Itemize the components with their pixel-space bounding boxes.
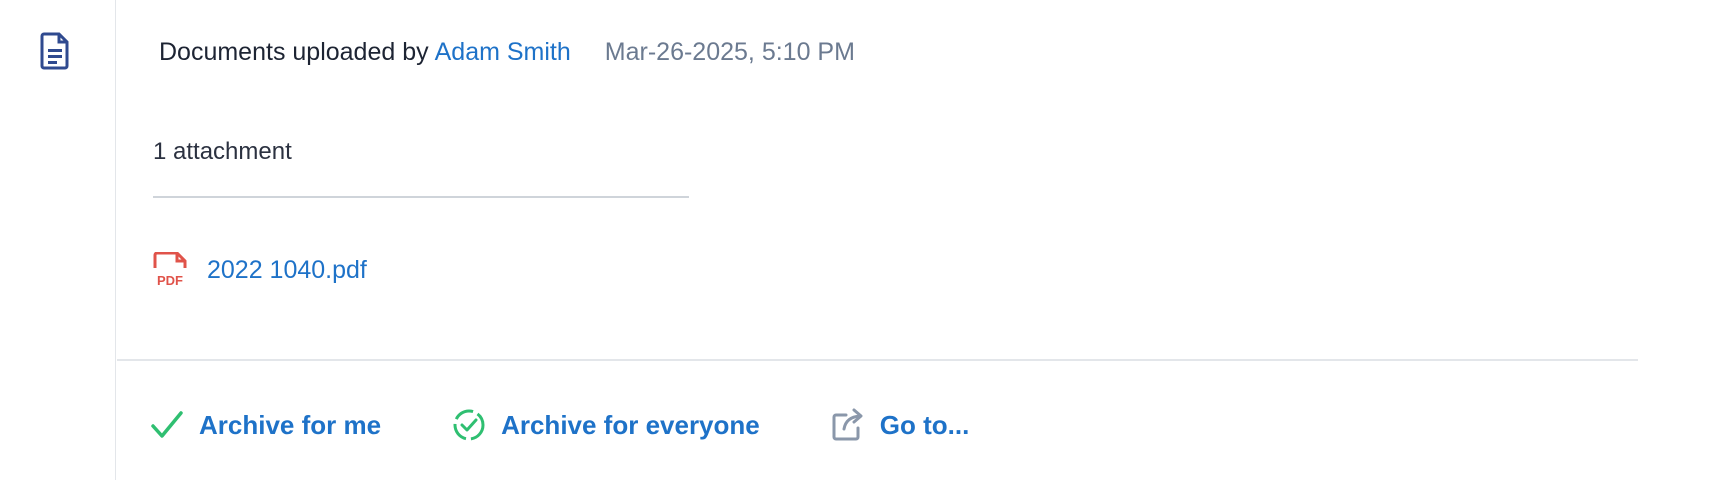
left-rail	[0, 0, 116, 480]
activity-header: Documents uploaded by Adam Smith Mar-26-…	[159, 38, 855, 72]
check-icon	[151, 411, 183, 438]
dashed-check-circle-icon	[453, 409, 485, 441]
archive-for-everyone-button[interactable]: Archive for everyone	[451, 407, 760, 443]
go-to-label: Go to...	[879, 409, 970, 440]
document-icon	[40, 32, 69, 70]
archive-for-me-button[interactable]: Archive for me	[149, 407, 381, 443]
activity-description: Documents uploaded by	[159, 38, 429, 66]
attachment-file-name: 2022 1040.pdf	[207, 255, 367, 284]
attachment-count: 1 attachment	[153, 138, 292, 165]
share-arrow-icon	[832, 408, 863, 441]
attachment-file-link[interactable]: PDF 2022 1040.pdf	[153, 252, 367, 288]
attachment-divider	[153, 196, 689, 198]
action-bar: Archive for me Archive for everyone Go t…	[149, 403, 1039, 447]
activity-item: Documents uploaded by Adam Smith Mar-26-…	[117, 0, 1647, 480]
section-divider	[117, 359, 1638, 361]
archive-for-me-label: Archive for me	[199, 409, 382, 440]
go-to-button[interactable]: Go to...	[830, 407, 970, 443]
archive-for-everyone-label: Archive for everyone	[501, 409, 760, 440]
author-link[interactable]: Adam Smith	[435, 38, 571, 67]
activity-timestamp: Mar-26-2025, 5:10 PM	[604, 38, 855, 66]
svg-text:PDF: PDF	[157, 273, 183, 288]
pdf-file-icon: PDF	[153, 252, 187, 288]
